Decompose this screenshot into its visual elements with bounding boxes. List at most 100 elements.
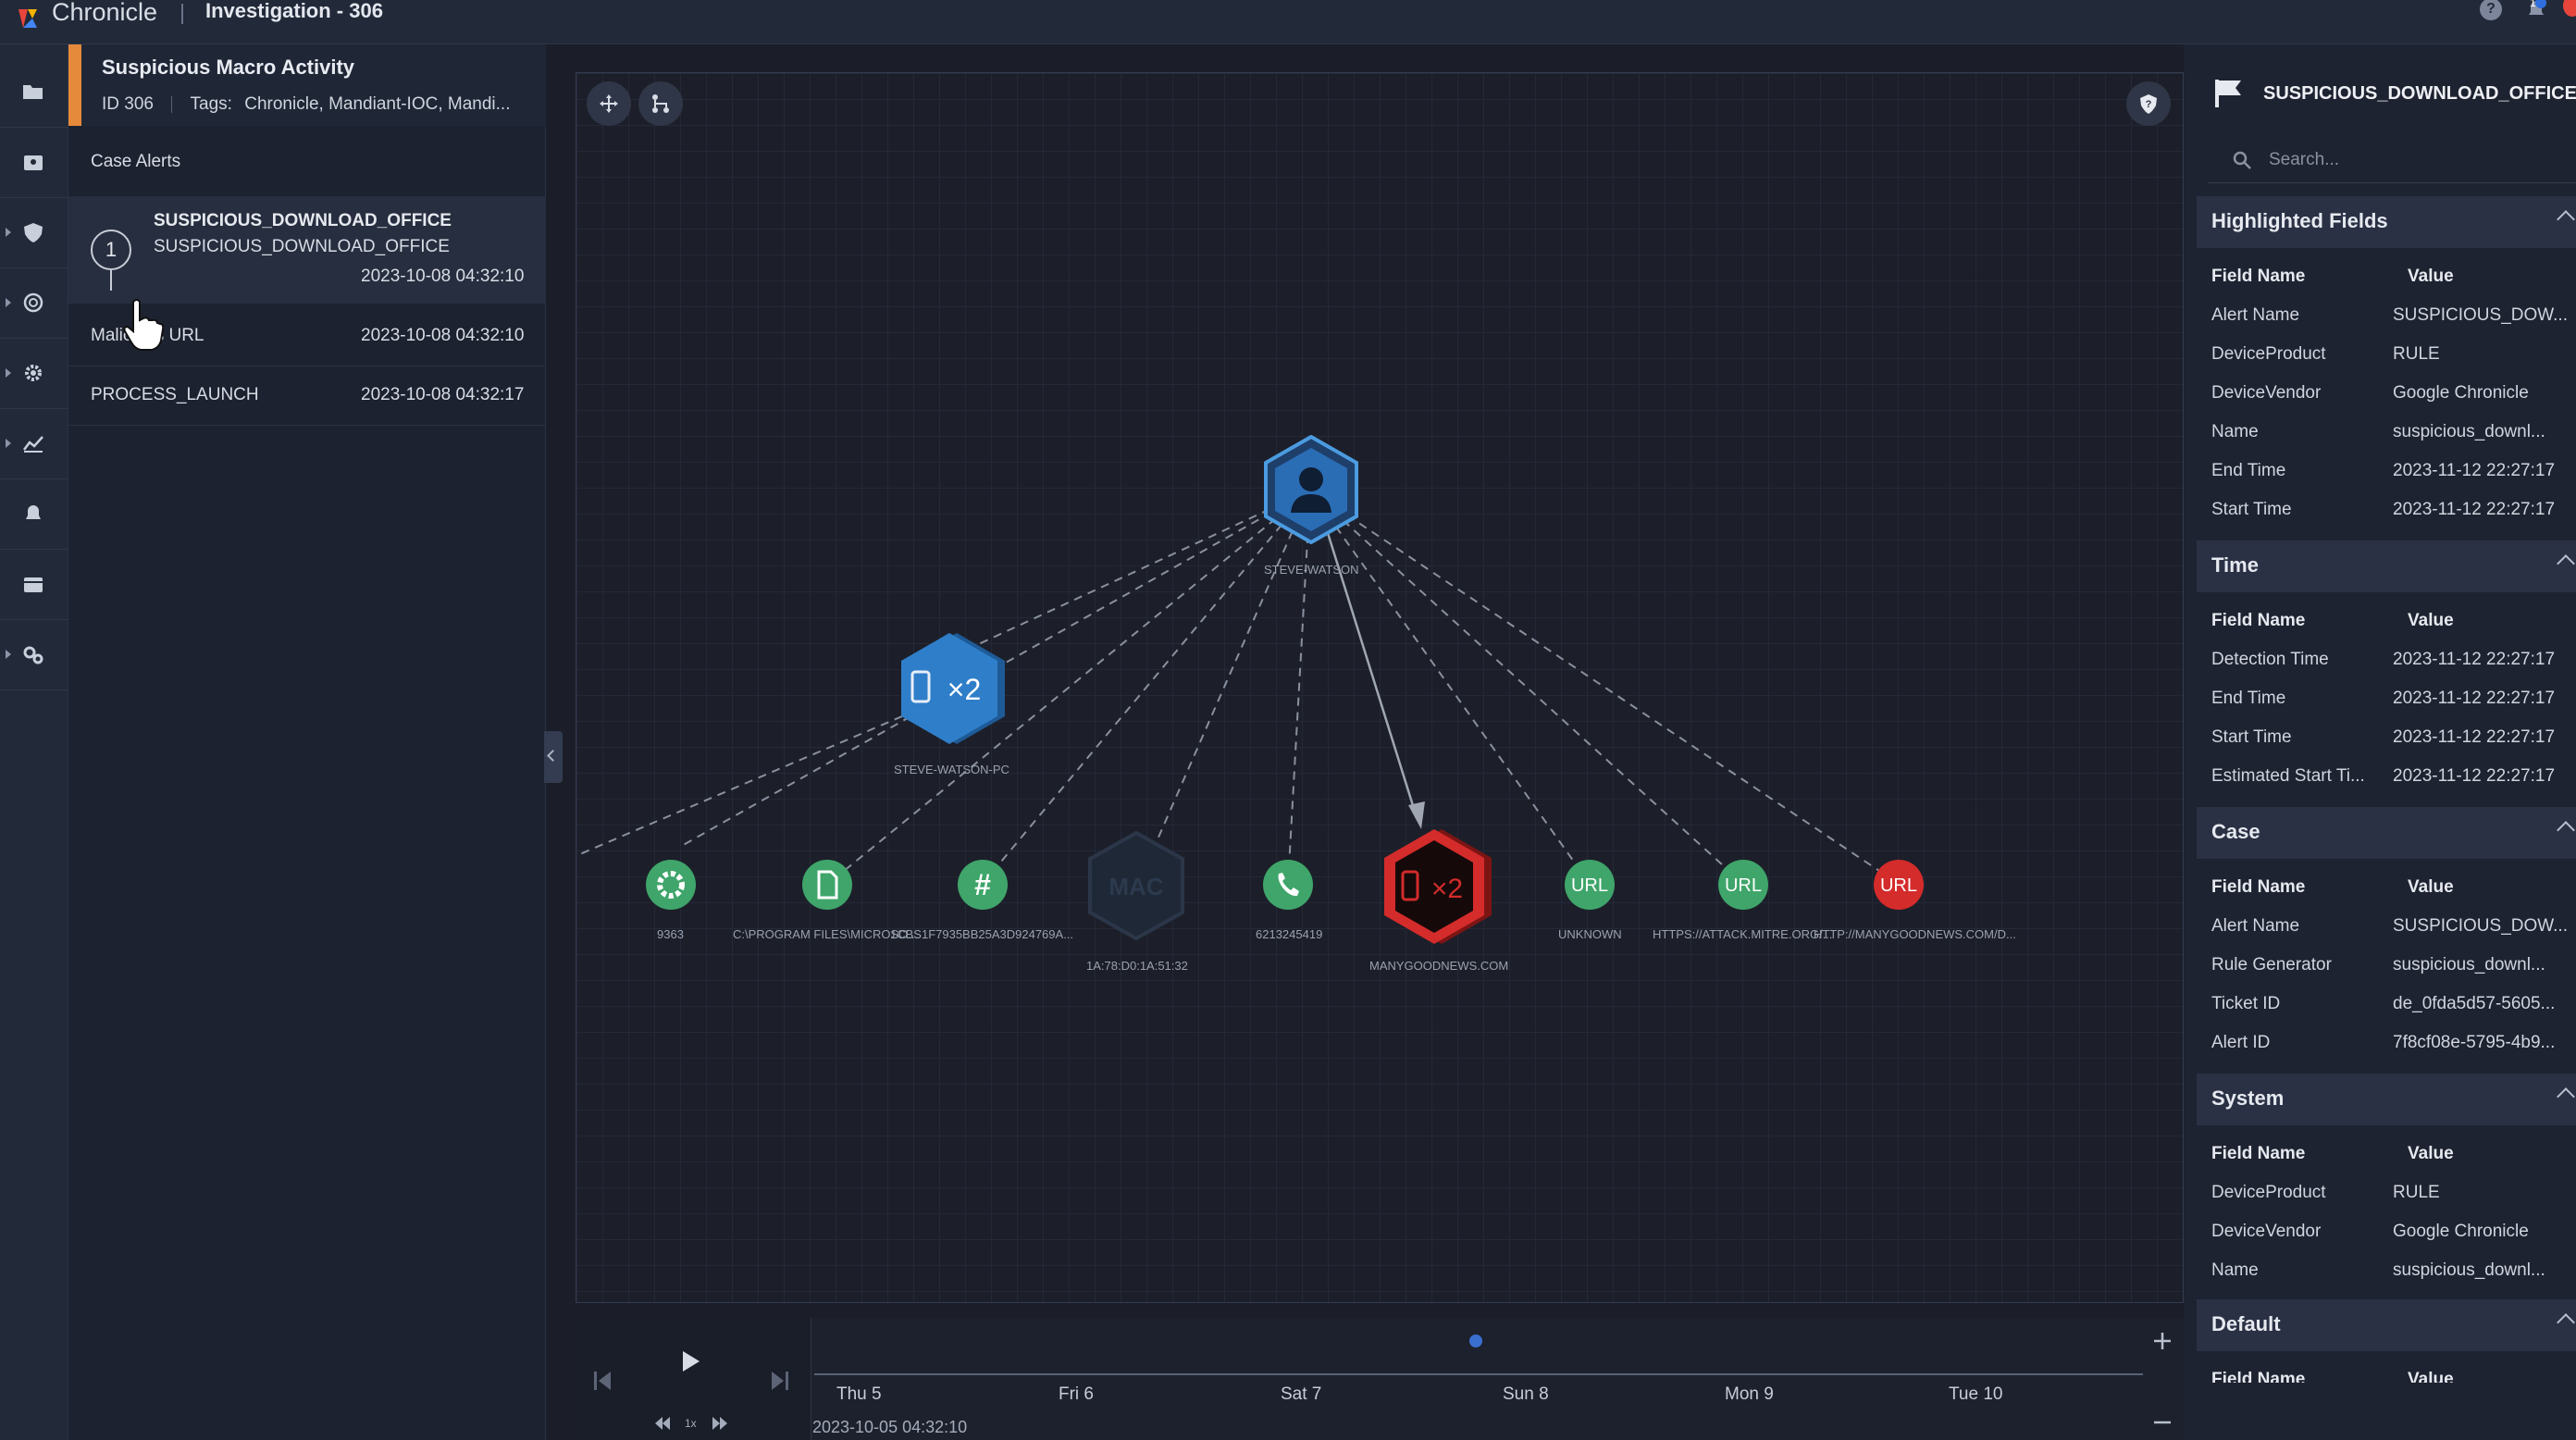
zoom-in-icon[interactable]: [2152, 1331, 2173, 1351]
timeline-tick: Sat 7: [1281, 1384, 1322, 1404]
node-file[interactable]: [801, 859, 853, 911]
section-title: Default: [2211, 1312, 2281, 1335]
field-name: Start Time: [2211, 727, 2292, 747]
field-name: Start Time: [2211, 500, 2292, 519]
mac-icon: MAC: [1108, 873, 1163, 900]
field-name: Detection Time: [2211, 650, 2329, 669]
col-field-name: Field Name: [2211, 877, 2306, 897]
node-label: STEVE-WATSON-PC: [894, 763, 1009, 776]
field-value: 2023-11-12 22:27:17: [2393, 727, 2556, 747]
timeline-tick: Thu 5: [836, 1384, 882, 1404]
field-name: End Time: [2211, 461, 2286, 480]
timeline-tick: Tue 10: [1949, 1384, 2003, 1404]
timeline-tick: Mon 9: [1725, 1384, 1774, 1404]
slower-icon[interactable]: [653, 1414, 672, 1433]
col-value: Value: [2408, 1370, 2454, 1383]
skip-start-icon[interactable]: [592, 1370, 613, 1392]
node-mac[interactable]: MAC: [1083, 829, 1190, 942]
timeline-tick: Fri 6: [1059, 1384, 1094, 1404]
node-user-steve-watson[interactable]: [1260, 435, 1362, 544]
search-icon: [2233, 151, 2251, 169]
node-device-manygoodnews[interactable]: ×2: [1375, 826, 1499, 948]
field-name: DeviceVendor: [2211, 383, 2322, 403]
panel-title: SUSPICIOUS_DOWNLOAD_OFFICE: [2263, 83, 2576, 104]
field-name: End Time: [2211, 689, 2286, 708]
field-name: DeviceVendor: [2211, 1222, 2322, 1241]
col-field-name: Field Name: [2211, 267, 2306, 286]
node-url-unknown[interactable]: URL: [1564, 859, 1616, 911]
field-name: Rule Generator: [2211, 955, 2332, 974]
chevron-up-icon: [2557, 210, 2575, 229]
section-case[interactable]: Case: [2197, 807, 2576, 859]
field-value: Google Chronicle: [2393, 1222, 2529, 1241]
field-name: Alert ID: [2211, 1033, 2271, 1052]
chevron-up-icon: [2557, 554, 2575, 573]
field-name: DeviceProduct: [2211, 344, 2326, 364]
svg-text:×2: ×2: [1431, 874, 1463, 904]
field-value: SUSPICIOUS_DOW...: [2393, 305, 2568, 325]
edge-phone: [1287, 490, 1311, 885]
default-columns-clipped: Field Name Value: [2197, 1370, 2576, 1383]
section-default[interactable]: Default: [2197, 1299, 2576, 1351]
timeline-tick: Sun 8: [1503, 1384, 1549, 1404]
node-label: UNKNOWN: [1558, 927, 1622, 941]
section-highlighted-fields[interactable]: Highlighted Fields: [2197, 196, 2576, 248]
timeline-event-dot[interactable]: [1469, 1334, 1482, 1347]
node-device-steve-watson-pc[interactable]: ×2: [892, 629, 1012, 748]
node-url-malicious[interactable]: URL: [1873, 859, 1925, 911]
chevron-up-icon: [2557, 1313, 2575, 1332]
skip-end-icon[interactable]: [770, 1370, 790, 1392]
faster-icon[interactable]: [711, 1414, 729, 1433]
node-url-mitre[interactable]: URL: [1717, 859, 1769, 911]
field-name: Name: [2211, 422, 2259, 441]
col-value: Value: [2408, 1144, 2454, 1163]
url-icon: URL: [1725, 875, 1762, 896]
edge-offscreen: [575, 715, 903, 857]
play-icon[interactable]: [679, 1349, 701, 1373]
edge-mac: [1137, 490, 1311, 885]
col-field-name: Field Name: [2211, 611, 2306, 630]
section-title: Case: [2211, 820, 2260, 843]
url-icon: URL: [1571, 875, 1608, 896]
field-value: 2023-11-12 22:27:17: [2393, 500, 2556, 519]
field-name: Alert Name: [2211, 916, 2300, 936]
node-label: STEVE-WATSON: [1264, 563, 1359, 577]
node-phone[interactable]: [1262, 859, 1314, 911]
timeline-start: 2023-10-05 04:32:10: [812, 1418, 968, 1436]
node-label: 1A:78:D0:1A:51:32: [1086, 959, 1188, 973]
zoom-out-icon[interactable]: [2152, 1412, 2173, 1433]
section-system[interactable]: System: [2197, 1074, 2576, 1125]
search-placeholder: Search...: [2269, 150, 2340, 169]
col-value: Value: [2408, 877, 2454, 897]
section-time[interactable]: Time: [2197, 540, 2576, 592]
col-field-name: Field Name: [2211, 1144, 2306, 1163]
field-value: 2023-11-12 22:27:17: [2393, 689, 2556, 708]
field-value: suspicious_downl...: [2393, 955, 2545, 974]
svg-text:×2: ×2: [947, 673, 981, 706]
section-title: Highlighted Fields: [2211, 209, 2388, 232]
field-value: RULE: [2393, 344, 2440, 364]
node-hash[interactable]: #: [957, 859, 1009, 911]
section-title: System: [2211, 1086, 2285, 1110]
field-value: de_0fda5d57-5605...: [2393, 994, 2556, 1013]
field-value: 7f8cf08e-5795-4b9...: [2393, 1033, 2556, 1052]
field-value: suspicious_downl...: [2393, 1260, 2545, 1280]
field-name: DeviceProduct: [2211, 1183, 2326, 1202]
node-process-9363[interactable]: [645, 859, 697, 911]
playback-speed: 1x: [685, 1417, 697, 1430]
search-input[interactable]: Search...: [2208, 139, 2576, 183]
section-title: Time: [2211, 553, 2259, 577]
chevron-up-icon: [2557, 1087, 2575, 1106]
user-icon: [1299, 467, 1323, 491]
field-name: Estimated Start Ti...: [2211, 766, 2365, 786]
col-value: Value: [2408, 611, 2454, 630]
node-label: 6213245419: [1256, 927, 1323, 941]
field-value: 2023-11-12 22:27:17: [2393, 461, 2556, 480]
field-name: Ticket ID: [2211, 994, 2281, 1013]
flag-icon: [2215, 80, 2241, 107]
node-label: 1CBS1F7935BB25A3D924769A...: [890, 927, 1074, 941]
field-value: Google Chronicle: [2393, 383, 2529, 403]
field-name: Alert Name: [2211, 305, 2300, 325]
field-value: suspicious_downl...: [2393, 422, 2545, 441]
col-field-name: Field Name: [2211, 1370, 2306, 1383]
